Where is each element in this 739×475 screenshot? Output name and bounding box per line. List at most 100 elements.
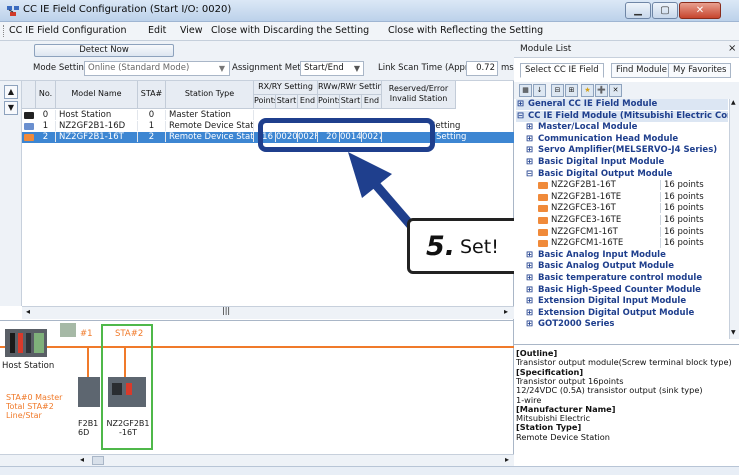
collapse-icon[interactable]: ⊟ [526, 169, 533, 179]
tree-category[interactable]: ⊞ Master/Local Module [516, 122, 728, 133]
close-icon[interactable]: × [728, 43, 736, 54]
cell-type: Remote Device Station [169, 121, 254, 131]
module-item[interactable]: NZ2GF2B1-16T 16 points [516, 180, 728, 191]
expand-icon[interactable]: ⊞ [526, 261, 533, 271]
cell-sta: 1 [138, 121, 166, 131]
expand-icon[interactable]: ⊞ [526, 296, 533, 306]
expand-icon[interactable]: ⊞ [526, 308, 533, 318]
scroll-left-icon[interactable]: ◂ [80, 455, 84, 464]
tree-category[interactable]: ⊞ Basic High-Speed Counter Module [516, 285, 728, 296]
scroll-right-icon[interactable]: ▸ [505, 455, 509, 464]
expand-icon[interactable]: ⊞ [526, 319, 533, 329]
col-sta: STA# [138, 81, 166, 109]
expand-all-icon[interactable]: ⊞ [565, 84, 578, 97]
tree-category[interactable]: ⊞ GOT2000 Series [516, 319, 728, 330]
minimize-button[interactable]: ▁ [625, 2, 651, 19]
tree-category[interactable]: ⊞ Communication Head Module [516, 134, 728, 145]
tree-category[interactable]: ⊞ Basic Analog Input Module [516, 250, 728, 261]
menu-cc-ie-field[interactable]: CC IE Field Configuration [9, 25, 126, 36]
move-down-button[interactable]: ▼ [4, 101, 18, 115]
tab-my-favorites[interactable]: My Favorites [668, 63, 732, 78]
tree-category-label: Basic Analog Input Module [538, 249, 666, 260]
sort-category-icon[interactable]: ▦ [519, 84, 532, 97]
maximize-button[interactable]: ▢ [652, 2, 678, 19]
expand-icon[interactable]: ⊞ [526, 250, 533, 260]
tree-category-label: Basic Digital Output Module [538, 168, 673, 179]
scroll-left-icon[interactable]: ◂ [26, 307, 30, 316]
settings-toolbar: Detect Now Mode Setting: Online (Standar… [0, 41, 514, 81]
menu-close-reflect[interactable]: Close with Reflecting the Setting [388, 25, 543, 36]
callout-text: Set! [460, 236, 499, 258]
collapse-icon[interactable]: ⊟ [517, 111, 524, 121]
module-item-label: NZ2GFCM1-16T [551, 226, 618, 237]
col-rwwr-setting: RWw/RWr Setting [318, 81, 382, 95]
info-text: 12/24VDC (0.5A) transistor output (sink … [516, 385, 703, 396]
tree-category[interactable]: ⊞ Servo Amplifier(MELSERVO-J4 Series) [516, 145, 728, 156]
tab-find-module[interactable]: Find Module [611, 63, 673, 78]
scroll-right-icon[interactable]: ▸ [504, 307, 508, 316]
close-button[interactable]: ✕ [679, 2, 721, 19]
expand-icon[interactable]: ⊞ [526, 134, 533, 144]
cell-type: Remote Device Station [169, 132, 254, 142]
tree-category[interactable]: ⊞ General CC IE Field Module [516, 99, 728, 110]
tree-category-label: Extension Digital Input Module [538, 296, 687, 307]
module-item[interactable]: NZ2GFCE3-16T 16 points [516, 203, 728, 214]
tree-category[interactable]: ⊞ Basic Digital Input Module [516, 157, 728, 168]
expand-icon[interactable]: ⊞ [526, 122, 533, 132]
favorite-star-icon[interactable]: ★ [581, 84, 594, 97]
expand-icon[interactable]: ⊞ [517, 99, 524, 109]
module-info-panel: [Outline] Transistor output module(Screw … [514, 344, 739, 466]
tree-category[interactable]: ⊞ Extension Digital Output Module [516, 308, 728, 319]
module-list-pane: Module List × Select CC IE Field Find Mo… [514, 41, 739, 466]
sta2-label: STA#2 [115, 329, 144, 339]
expand-icon[interactable]: ⊞ [526, 145, 533, 155]
tab-select-cc-ie-field[interactable]: Select CC IE Field [520, 63, 604, 78]
tree-vertical-scrollbar[interactable]: ▲ ▼ [729, 99, 739, 339]
cell-reserved[interactable]: Setting [436, 132, 466, 142]
collapse-all-icon[interactable]: ⊟ [551, 84, 564, 97]
menu-close-discard[interactable]: Close with Discarding the Setting [211, 25, 369, 36]
menu-edit[interactable]: Edit [148, 25, 166, 36]
tree-category[interactable]: ⊟ CC IE Field Module (Mitsubishi Electric… [516, 110, 728, 122]
output-module-icon [538, 217, 548, 224]
info-text: Remote Device Station [516, 431, 610, 442]
module-item[interactable]: NZ2GFCE3-16TE 16 points [516, 215, 728, 226]
tree-category[interactable]: ⊟ Basic Digital Output Module [516, 169, 728, 180]
col-rw-start: Start [340, 95, 362, 109]
detect-now-button[interactable]: Detect Now [34, 44, 174, 57]
grid-horizontal-scrollbar[interactable]: ◂ ||| ▸ [22, 306, 514, 319]
mode-setting-value: Online (Standard Mode) [88, 63, 190, 73]
module-item[interactable]: NZ2GFCM1-16T 16 points [516, 226, 728, 238]
summary-line: STA#0 Master [6, 393, 63, 402]
sort-alpha-icon[interactable]: ↓ [533, 84, 546, 97]
tree-category-label: Master/Local Module [538, 122, 638, 133]
tree-category[interactable]: ⊞ Basic Analog Output Module [516, 261, 728, 272]
module-item[interactable]: NZ2GF2B1-16TE 16 points [516, 191, 728, 203]
menu-view[interactable]: View [180, 25, 203, 36]
module-item[interactable]: NZ2GFCM1-16TE 16 points [516, 238, 728, 249]
move-up-button[interactable]: ▲ [4, 85, 18, 99]
row-move-column: ▲ ▼ [0, 81, 22, 306]
expand-icon[interactable]: ⊞ [526, 273, 533, 283]
status-bar [0, 466, 739, 475]
scroll-up-icon[interactable]: ▲ [731, 99, 736, 106]
chevron-down-icon: ▼ [218, 64, 225, 73]
scroll-thumb[interactable] [92, 456, 104, 465]
mode-setting-select[interactable]: Online (Standard Mode) ▼ [84, 61, 230, 76]
delete-icon[interactable]: ✕ [609, 84, 622, 97]
tree-category[interactable]: ⊞ Basic temperature control module [516, 273, 728, 284]
app-icon [7, 6, 19, 16]
menu-bar: CC IE Field Configuration Edit View Clos… [0, 22, 739, 41]
expand-icon[interactable]: ⊞ [526, 285, 533, 295]
cell-model: Host Station [59, 110, 138, 120]
expand-icon[interactable]: ⊞ [526, 157, 533, 167]
add-favorite-icon[interactable]: ➕ [595, 84, 608, 97]
callout-step-number: 5. [426, 231, 456, 262]
sta1-module [78, 377, 100, 407]
sta2-name: NZ2GF2B1 -16T [106, 419, 150, 437]
sta1-label: #1 [80, 329, 93, 339]
module-list-header: Module List × [514, 41, 739, 58]
assignment-method-select[interactable]: Start/End ▼ [300, 61, 364, 76]
scroll-down-icon[interactable]: ▼ [731, 329, 736, 336]
tree-category[interactable]: ⊞ Extension Digital Input Module [516, 296, 728, 307]
